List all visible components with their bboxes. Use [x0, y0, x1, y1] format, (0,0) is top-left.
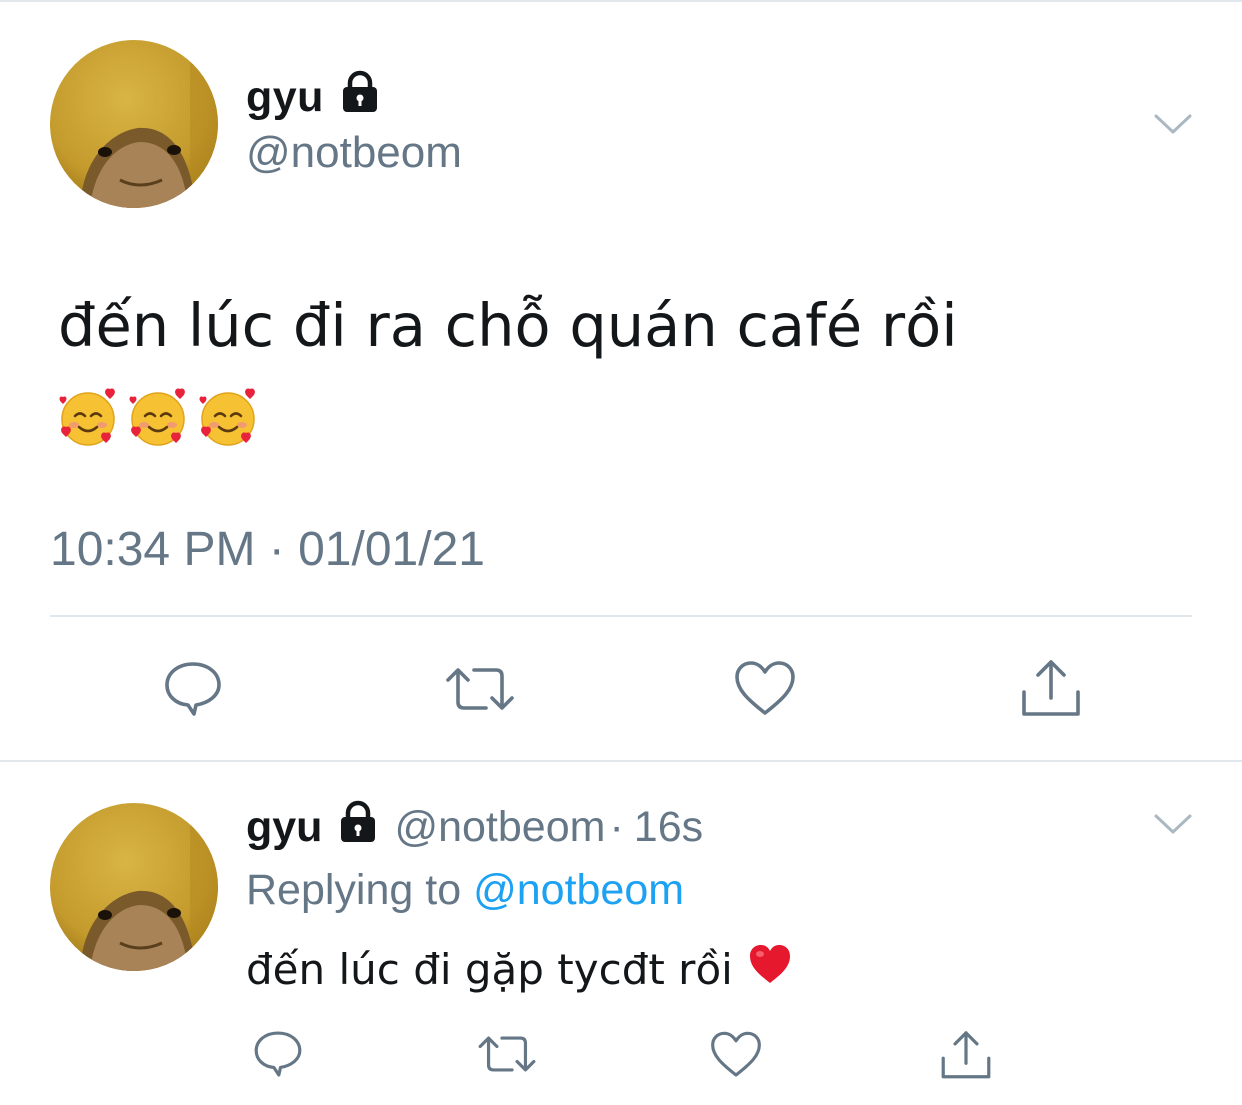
reply-icon[interactable]: [160, 656, 226, 722]
smiling-face-with-hearts-icon: [129, 388, 185, 446]
share-icon[interactable]: [1018, 652, 1084, 722]
like-icon[interactable]: [708, 1028, 764, 1082]
lock-icon: [338, 70, 382, 125]
share-icon[interactable]: [938, 1024, 994, 1084]
chevron-down-icon[interactable]: [1153, 110, 1193, 143]
reply-icon[interactable]: [250, 1026, 306, 1082]
tweet-age[interactable]: 16s: [634, 803, 703, 852]
replying-to-line: Replying to @notbeom: [246, 866, 684, 915]
author-name[interactable]: gyu: [246, 803, 322, 852]
smiling-face-with-hearts-icon: [59, 388, 115, 446]
replying-to-handle-link[interactable]: @notbeom: [473, 866, 684, 914]
author-name-row[interactable]: gyu: [246, 70, 382, 125]
author-handle[interactable]: @notbeom: [394, 803, 605, 852]
tweet-text: đến lúc đi ra chỗ quán café rồi: [58, 291, 958, 360]
reply-header: gyu @notbeom · 16s: [246, 800, 703, 855]
retweet-icon[interactable]: [441, 656, 519, 722]
replying-to-label: Replying to: [246, 866, 462, 914]
avatar[interactable]: [50, 803, 218, 971]
emoji-row: [55, 384, 261, 450]
top-divider: [0, 0, 1242, 2]
section-divider: [0, 760, 1242, 762]
reply-text-row: đến lúc đi gặp tycđt rồi: [246, 942, 793, 996]
retweet-icon[interactable]: [474, 1026, 540, 1082]
avatar[interactable]: [50, 40, 218, 208]
tweet-timestamp[interactable]: 10:34 PM · 01/01/21: [50, 522, 485, 577]
red-heart-icon: [747, 942, 793, 996]
smiling-face-with-hearts-icon: [199, 388, 255, 446]
lock-icon: [336, 800, 380, 855]
chevron-down-icon[interactable]: [1153, 810, 1193, 843]
author-handle[interactable]: @notbeom: [246, 128, 462, 178]
separator-dot: ·: [609, 803, 624, 851]
tweet-text: đến lúc đi gặp tycđt rồi: [246, 944, 733, 994]
like-icon[interactable]: [732, 656, 798, 722]
author-name[interactable]: gyu: [246, 73, 324, 122]
divider: [50, 615, 1192, 617]
